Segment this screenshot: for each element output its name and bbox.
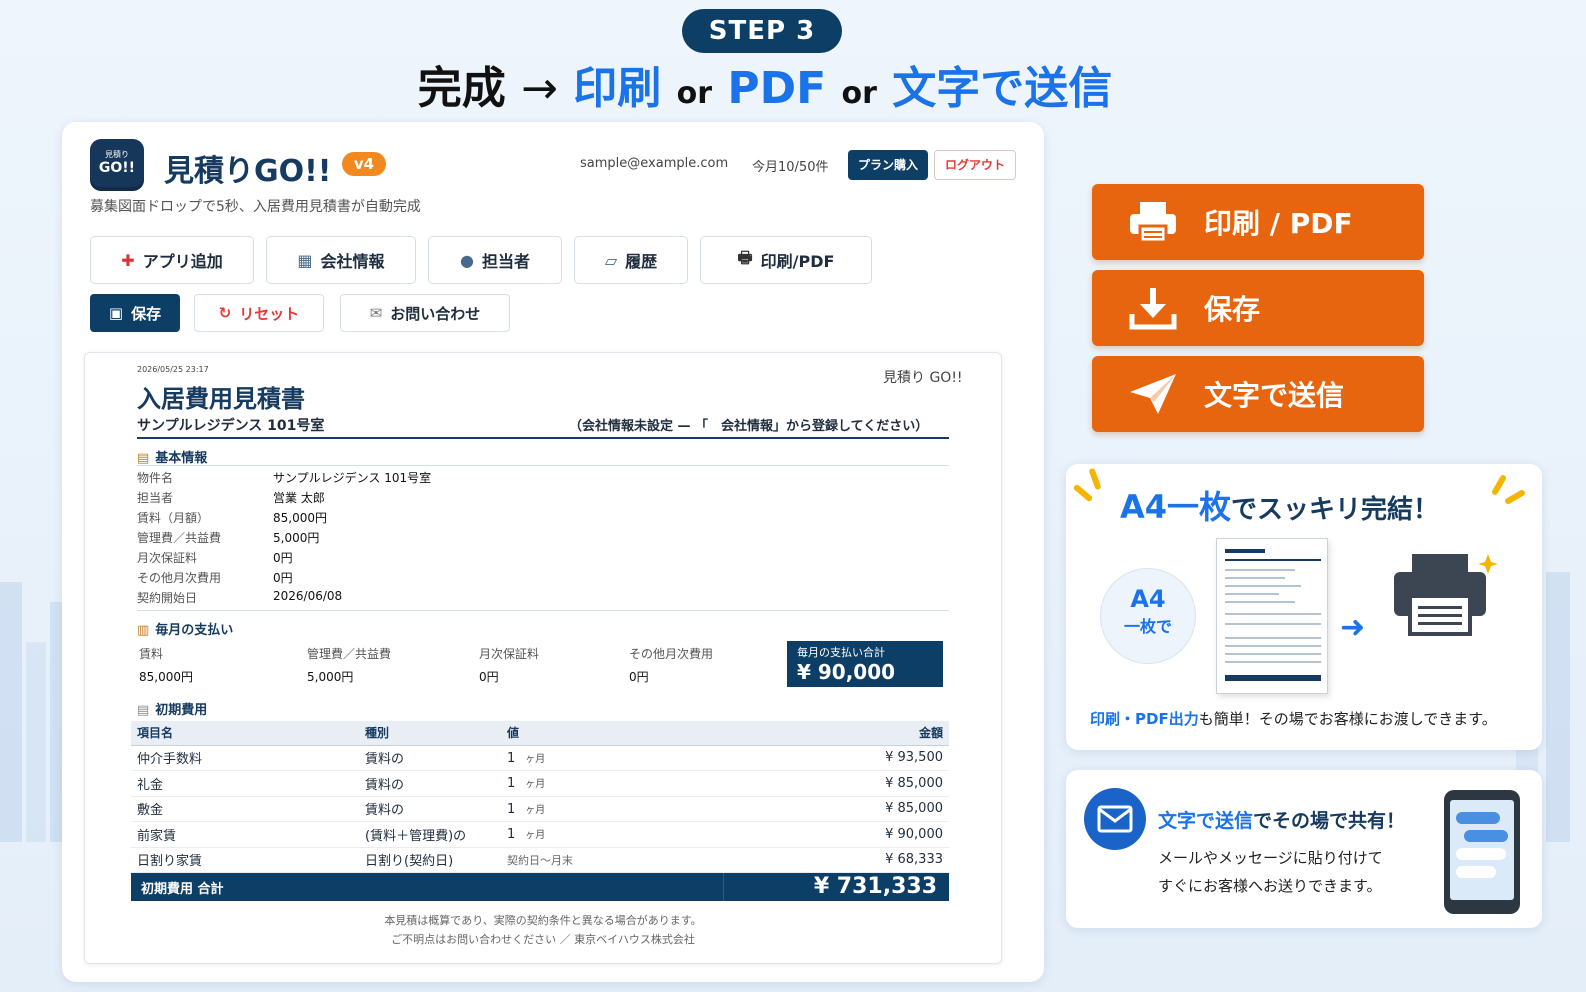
logout-button[interactable]: ログアウト — [934, 150, 1016, 180]
info-row: 契約開始日 2026/06/08 — [137, 589, 343, 605]
version-badge: v4 — [342, 152, 386, 176]
app-title: 見積りGO!! — [164, 154, 332, 189]
column-header: 値 — [501, 721, 701, 746]
column-header: 項目名 — [131, 721, 359, 746]
doc-company-note: （会社情報未設定 — 「 会社情報」から登録してください） — [569, 419, 929, 434]
info-row: 月次保証料 0円 — [137, 551, 293, 565]
headline-send-text: 文字で送信 — [892, 63, 1113, 114]
monthly-item: 賃料 85,000円 — [139, 647, 193, 684]
plan-purchase-button[interactable]: プラン購入 — [848, 150, 928, 180]
promo-caption: 印刷・PDF出力も簡単！その場でお客様にお渡しできます。 — [1090, 710, 1497, 728]
table-row: 前家賃 (賃料＋管理費)の 1 ヶ月 ¥ 90,000 — [131, 821, 949, 848]
doc-property: サンプルレジデンス 101号室 — [137, 418, 325, 434]
info-row: 物件名 サンプルレジデンス 101号室 — [137, 471, 432, 485]
app-subtitle: 募集図面ドロップで5秒、入居費用見積書が自動完成 — [90, 199, 421, 215]
info-row: 管理費／共益費 5,000円 — [137, 531, 320, 545]
section-monthly: ▥ 毎月の支払い — [137, 623, 234, 638]
user-email: sample@example.com — [580, 156, 729, 171]
headline-or: or — [841, 76, 877, 111]
usage-counter: 今月10/50件 — [752, 160, 829, 175]
floppy-icon: ▣ — [108, 304, 124, 322]
send-text-action-button[interactable]: 文字で送信 — [1092, 356, 1424, 432]
promo-title: A4一枚でスッキリ完結！ — [1120, 488, 1440, 526]
doc-footer: 本見積は概算であり、実際の契約条件と異なる場合があります。 ご不明点はお問い合わ… — [384, 914, 702, 946]
headline-or: or — [676, 76, 713, 111]
column-header: 種別 — [359, 721, 501, 746]
doc-date: 2026/05/25 23:17 — [137, 365, 209, 374]
initial-total-bar: 初期費用 合計 ¥ 731,333 — [131, 873, 949, 901]
sparkle-decoration — [1072, 483, 1094, 503]
sparkle-decoration — [1088, 467, 1102, 491]
table-row: 仲介手数料 賃料の 1 ヶ月 ¥ 93,500 — [131, 745, 949, 771]
section-initial-cost: ▤ 初期費用 — [137, 703, 208, 718]
mail-icon: ✉ — [369, 304, 383, 322]
doc-title: 入居費用見積書 — [137, 385, 305, 413]
headline-arrow: → — [521, 63, 558, 114]
monthly-item: 月次保証料 0円 — [479, 647, 540, 684]
sparkle-decoration — [1490, 473, 1508, 497]
print-pdf-action-button[interactable]: 印刷 / PDF — [1092, 184, 1424, 260]
sparkle-decoration — [1503, 488, 1527, 506]
printer-icon — [1394, 554, 1498, 636]
a4-badge: A4 一枚で — [1100, 568, 1196, 664]
section-basic-info: ▤ 基本情報 — [137, 451, 208, 466]
headline-complete: 完成 — [417, 63, 506, 114]
monthly-item: 管理費／共益費 5,000円 — [307, 647, 392, 684]
save-action-button[interactable]: 保存 — [1092, 270, 1424, 346]
add-app-button[interactable]: ✚ アプリ追加 — [90, 236, 254, 284]
document-icon: ▤ — [137, 703, 150, 718]
info-row: その他月次費用 0円 — [137, 571, 293, 585]
promo-text: メールやメッセージに貼り付けて すぐにお客様へお送りできます。 — [1158, 849, 1383, 895]
column-header: 金額 — [701, 721, 949, 746]
printer-icon — [1130, 202, 1176, 244]
table-row: 敷金 賃料の 1 ヶ月 ¥ 85,000 — [131, 796, 949, 822]
initial-cost-table: 項目名 種別 値 金額 仲介手数料 賃料の 1 ヶ月 ¥ 93,500 礼金 賃料の 1 ヶ月… — [131, 721, 949, 873]
history-icon: ▱ — [604, 250, 618, 270]
info-row: 担当者 営業 太郎 — [137, 491, 325, 505]
mail-icon — [1084, 788, 1146, 850]
document-thumbnail — [1216, 538, 1328, 694]
step-badge: STEP 3 — [682, 9, 842, 53]
divider — [137, 437, 949, 439]
reset-icon: ↻ — [218, 304, 232, 322]
chart-icon: ▥ — [137, 623, 150, 638]
building-icon: ▦ — [297, 250, 313, 270]
promo-title: 文字で送信でその場で共有！ — [1158, 810, 1406, 832]
paper-plane-icon — [1130, 374, 1176, 414]
download-icon — [1129, 288, 1177, 330]
table-row: 礼金 賃料の 1 ヶ月 ¥ 85,000 — [131, 770, 949, 797]
table-header-row: 項目名 種別 値 金額 — [131, 721, 949, 746]
headline-pdf: PDF — [727, 63, 827, 114]
divider — [137, 610, 949, 611]
calendar-icon: ▤ — [137, 451, 150, 466]
monthly-total-box: 毎月の支払い合計 ¥ 90,000 — [787, 641, 943, 687]
app-window: 見積り GO!! 見積りGO!! v4 募集図面ドロップで5秒、入居費用見積書が… — [62, 122, 1044, 982]
estimate-document: 2026/05/25 23:17 見積り GO!! 入居費用見積書 サンプルレジ… — [84, 352, 1002, 964]
smartphone-icon — [1444, 790, 1520, 914]
contact-button[interactable]: ✉ お問い合わせ — [340, 294, 510, 332]
a4-promo-card: A4一枚でスッキリ完結！ A4 一枚で ➜ 印刷・PDF出力も簡単！その場でお客… — [1066, 464, 1542, 750]
person-icon: ● — [460, 250, 474, 270]
doc-brand: 見積り GO!! — [883, 370, 963, 386]
divider — [137, 465, 949, 466]
print-pdf-button[interactable]: 🖶 印刷/PDF — [700, 236, 872, 284]
table-row: 日割り家賃 日割り(契約日) 契約日〜月末 ¥ 68,333 — [131, 847, 949, 873]
headline-print: 印刷 — [573, 63, 662, 114]
plus-icon: ✚ — [121, 250, 135, 270]
arrow-right-icon: ➜ — [1340, 610, 1366, 645]
reset-button[interactable]: ↻ リセット — [194, 294, 324, 332]
company-info-button[interactable]: ▦ 会社情報 — [266, 236, 416, 284]
info-row: 賃料（月額） 85,000円 — [137, 511, 327, 525]
save-button[interactable]: ▣ 保存 — [90, 294, 180, 332]
monthly-item: その他月次費用 0円 — [629, 647, 714, 684]
printer-icon: 🖶 — [737, 247, 753, 267]
text-share-promo-card: 文字で送信でその場で共有！ メールやメッセージに貼り付けて すぐにお客様へお送り… — [1066, 770, 1542, 928]
staff-button[interactable]: ● 担当者 — [428, 236, 562, 284]
page-headline: 完成 → 印刷 or PDF or 文字で送信 — [0, 52, 1530, 116]
history-button[interactable]: ▱ 履歴 — [574, 236, 688, 284]
app-logo: 見積り GO!! — [90, 139, 144, 191]
